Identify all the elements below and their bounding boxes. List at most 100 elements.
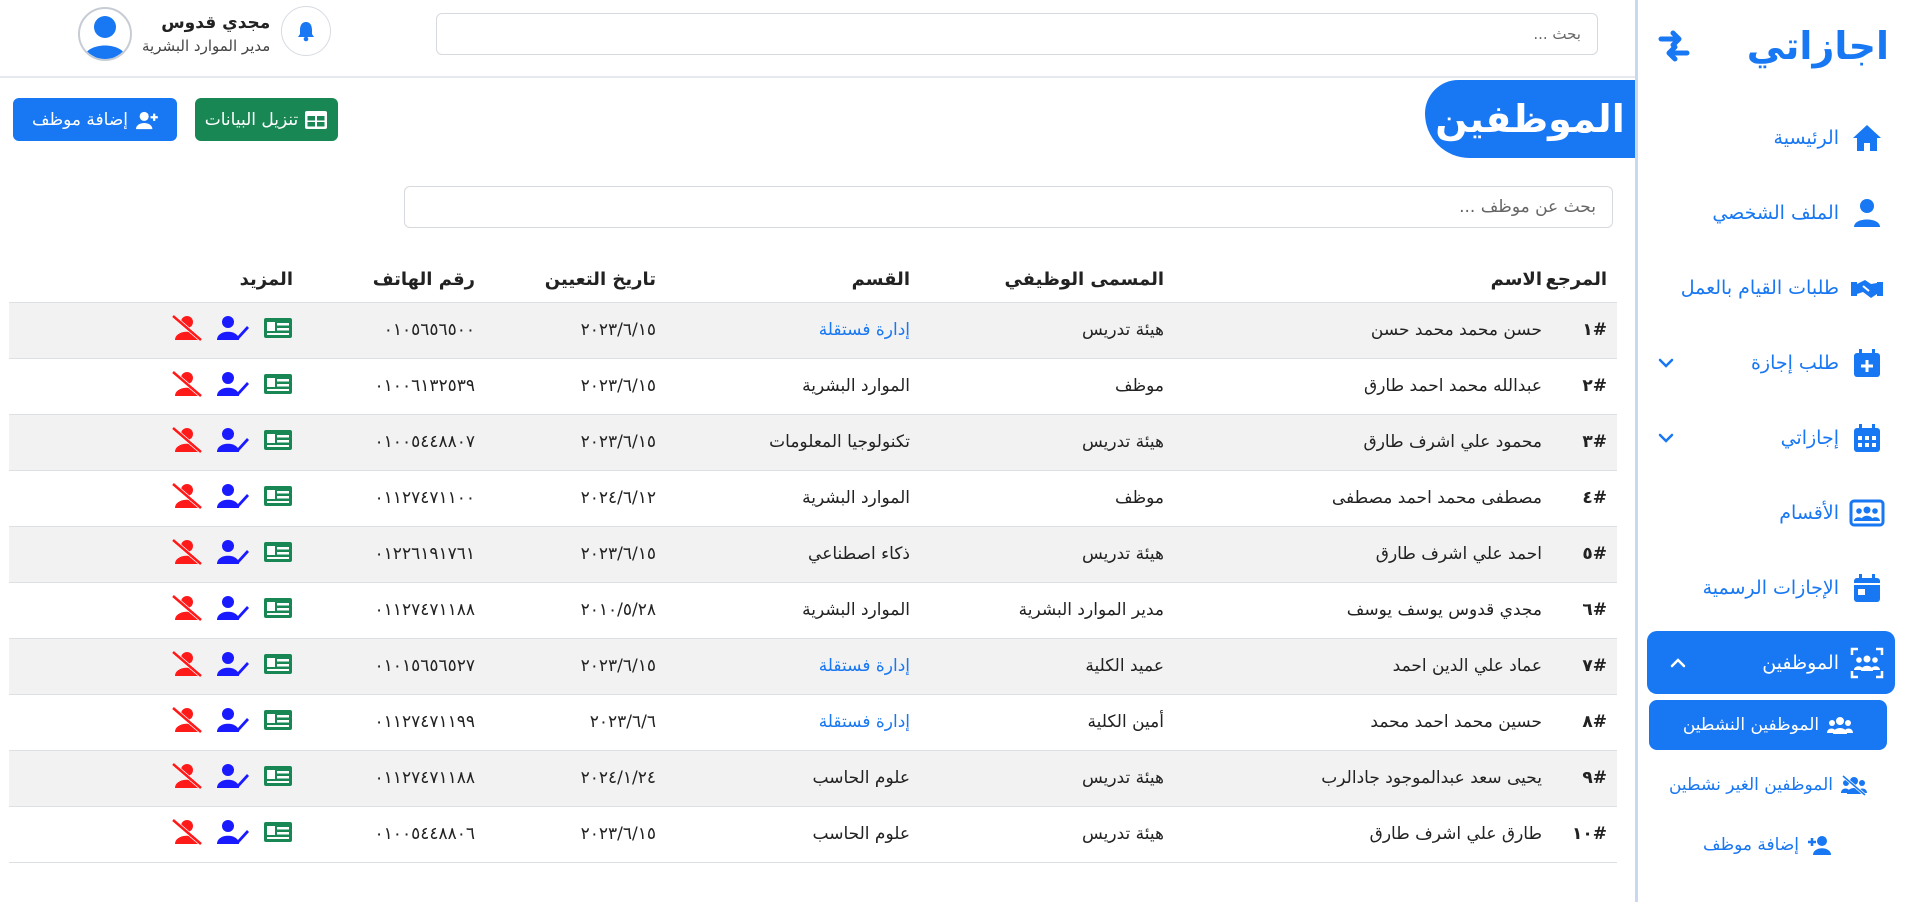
department-link[interactable]: إدارة فستقلة: [819, 320, 910, 340]
avatar[interactable]: [78, 7, 132, 61]
calendar-plus-icon: [1854, 348, 1880, 377]
employee-job-title: موظف: [920, 469, 1174, 526]
user-profile[interactable]: مجدي قدوس مدير الموارد البشرية: [66, 4, 270, 64]
add-employee-button[interactable]: إضافة موظف: [13, 98, 177, 141]
row-actions: [9, 413, 303, 470]
user-edit-icon[interactable]: [217, 763, 249, 789]
user-slash-icon[interactable]: [171, 707, 203, 733]
sidebar-item-label: الأقسام: [1779, 501, 1839, 524]
subnav-item-inactive-employees[interactable]: الموظفين الغير نشطين: [1649, 760, 1887, 810]
row-actions: [9, 357, 303, 414]
employee-ref: #٦: [1552, 581, 1617, 638]
employee-name: مجدي قدوس يوسف يوسف: [1174, 581, 1552, 638]
id-card-icon[interactable]: [263, 316, 293, 340]
department-link[interactable]: إدارة فستقلة: [819, 656, 910, 676]
sidebar-item-leave-request[interactable]: طلب إجازة: [1635, 325, 1907, 400]
user-edit-icon[interactable]: [217, 539, 249, 565]
employee-hire-date: ٢٠٢٣/٦/١٥: [485, 301, 666, 358]
row-actions: [9, 525, 303, 582]
employee-department: تكنولوجيا المعلومات: [666, 413, 920, 470]
sidebar-item-label: الرئيسية: [1773, 126, 1839, 149]
user-slash-icon[interactable]: [171, 315, 203, 341]
global-search-input[interactable]: [436, 13, 1598, 55]
sidebar: اجازاتي الرئيسية الملف الشخصي طلبات القي…: [1635, 0, 1907, 902]
user-edit-icon[interactable]: [217, 315, 249, 341]
employee-job-title: هيئة تدريس: [920, 301, 1174, 358]
column-header[interactable]: تاريخ التعيين: [485, 258, 666, 302]
id-card-icon[interactable]: [263, 540, 293, 564]
user-edit-icon[interactable]: [217, 427, 249, 453]
table-row: #٤ مصطفى محمد احمد مصطفى موظف الموارد البشر…: [9, 469, 1617, 526]
calendar-icon: [1854, 423, 1880, 452]
user-slash-icon[interactable]: [171, 483, 203, 509]
user-slash-icon[interactable]: [171, 539, 203, 565]
sidebar-item-work-requests[interactable]: طلبات القيام بالعمل: [1635, 250, 1907, 325]
action-icons: [171, 595, 293, 621]
column-header[interactable]: المسمى الوظيفي: [920, 258, 1174, 302]
department-link[interactable]: إدارة فستقلة: [819, 712, 910, 732]
employee-search-input[interactable]: [404, 186, 1613, 228]
swap-arrows-icon[interactable]: [1653, 25, 1695, 67]
action-icons: [171, 763, 293, 789]
employee-hire-date: ٢٠١٠/٥/٢٨: [485, 581, 666, 638]
sidebar-item-label: طلب إجازة: [1750, 351, 1839, 374]
sidebar-item-label: الملف الشخصي: [1712, 201, 1839, 224]
user-edit-icon[interactable]: [217, 707, 249, 733]
subnav-item-active-employees[interactable]: الموظفين النشطين: [1649, 700, 1887, 750]
id-card-icon[interactable]: [263, 652, 293, 676]
column-header[interactable]: رقم الهاتف: [303, 258, 485, 302]
employee-hire-date: ٢٠٢٤/٦/١٢: [485, 469, 666, 526]
user-slash-icon[interactable]: [171, 371, 203, 397]
sidebar-item-label: الموظفين: [1762, 651, 1839, 674]
user-slash-icon[interactable]: [171, 763, 203, 789]
user-edit-icon[interactable]: [217, 483, 249, 509]
column-header[interactable]: المرجع: [1546, 258, 1617, 302]
employees-table: المرجع الاسم المسمى الوظيفي القسم تاريخ …: [9, 258, 1617, 863]
chevron-down-icon[interactable]: [1655, 352, 1677, 374]
chevron-up-icon[interactable]: [1667, 652, 1689, 674]
user-edit-icon[interactable]: [217, 371, 249, 397]
employee-phone: ٠١٠١٥٦٥٦٥٢٧: [303, 637, 485, 694]
user-edit-icon[interactable]: [217, 651, 249, 677]
employee-phone: ٠١٠٠٥٤٤٨٨٠٦: [303, 805, 485, 863]
id-card-icon[interactable]: [263, 372, 293, 396]
action-icons: [171, 371, 293, 397]
notifications-button[interactable]: [281, 6, 331, 56]
user-edit-icon[interactable]: [217, 595, 249, 621]
sidebar-item-my-leaves[interactable]: إجازاتي: [1635, 400, 1907, 475]
table-row: #١٠ طارق علي اشرف طارق هيئة تدريس علوم الحا…: [9, 805, 1617, 863]
id-card-icon[interactable]: [263, 820, 293, 844]
user-slash-icon[interactable]: [171, 651, 203, 677]
employee-job-title: موظف: [920, 357, 1174, 414]
sidebar-item-home[interactable]: الرئيسية: [1635, 100, 1907, 175]
employee-ref: #٥: [1552, 525, 1617, 582]
employees-subnav: الموظفين النشطين الموظفين الغير نشطين إض…: [1635, 700, 1907, 870]
user-slash-icon[interactable]: [171, 427, 203, 453]
id-card-icon[interactable]: [263, 764, 293, 788]
subnav-item-add-employee[interactable]: إضافة موظف: [1649, 820, 1887, 870]
employee-phone: ٠١١٢٧٤٧١١٨٨: [303, 581, 485, 638]
user-slash-icon[interactable]: [171, 595, 203, 621]
top-header: مجدي قدوس مدير الموارد البشرية: [0, 0, 1635, 78]
table-row: #٨ حسين محمد احمد محمد أمين الكلية إدارة فس…: [9, 693, 1617, 750]
employee-ref: #٨: [1552, 693, 1617, 750]
id-card-icon[interactable]: [263, 708, 293, 732]
column-header[interactable]: الاسم: [1174, 258, 1552, 302]
chevron-down-icon[interactable]: [1655, 427, 1677, 449]
action-icons: [171, 707, 293, 733]
employee-department: الموارد البشرية: [666, 357, 920, 414]
column-header[interactable]: القسم: [666, 258, 920, 302]
sidebar-item-departments[interactable]: الأقسام: [1635, 475, 1907, 550]
id-card-icon[interactable]: [263, 596, 293, 620]
user-slash-icon[interactable]: [171, 819, 203, 845]
download-data-button[interactable]: تنزيل البيانات: [195, 98, 338, 141]
sidebar-item-official-holidays[interactable]: الإجازات الرسمية: [1635, 550, 1907, 625]
action-icons: [171, 483, 293, 509]
id-card-icon[interactable]: [263, 428, 293, 452]
employee-hire-date: ٢٠٢٣/٦/١٥: [485, 637, 666, 694]
sidebar-item-profile[interactable]: الملف الشخصي: [1635, 175, 1907, 250]
sidebar-item-employees[interactable]: الموظفين: [1647, 631, 1895, 694]
user-edit-icon[interactable]: [217, 819, 249, 845]
id-card-icon[interactable]: [263, 484, 293, 508]
employee-name: مصطفى محمد احمد مصطفى: [1174, 469, 1552, 526]
